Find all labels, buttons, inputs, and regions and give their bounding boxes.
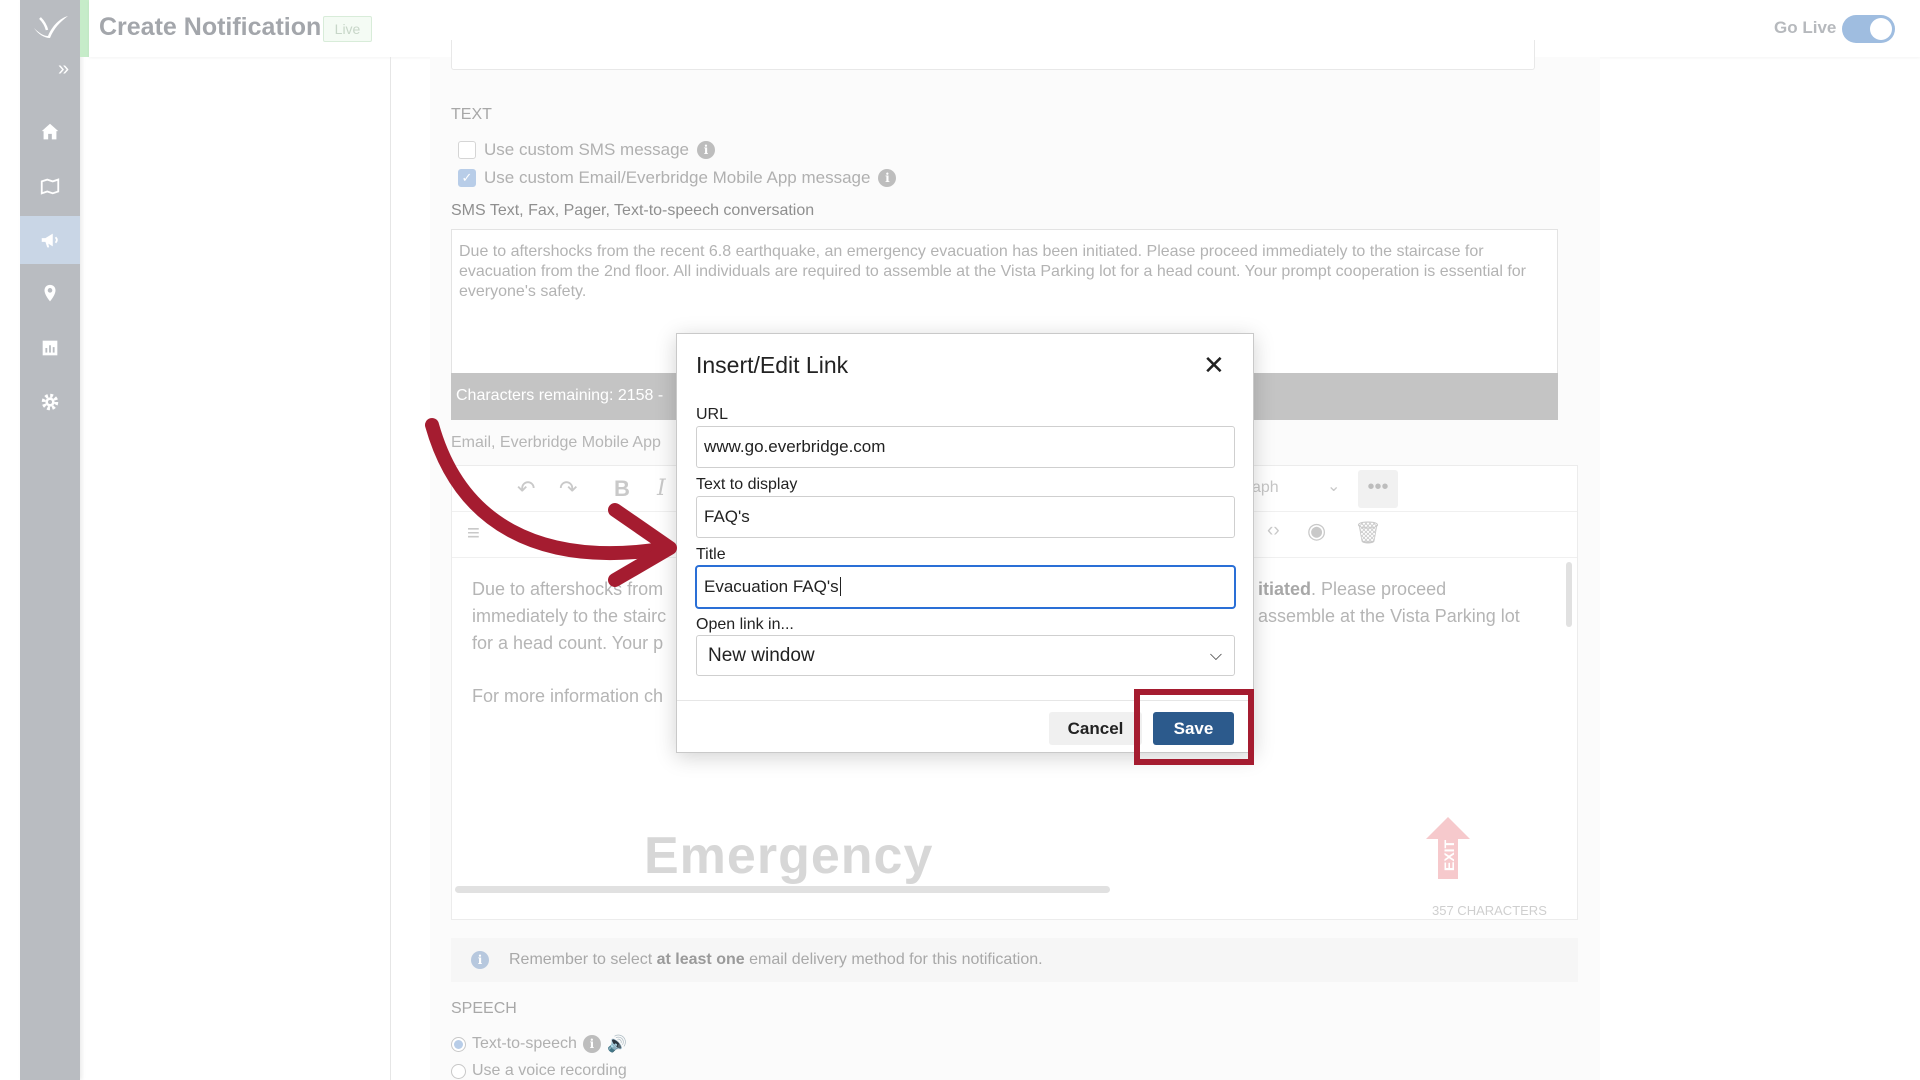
gear-icon xyxy=(41,393,59,411)
custom-email-checkbox[interactable]: ✓ xyxy=(458,169,476,187)
custom-email-row[interactable]: ✓ Use custom Email/Everbridge Mobile App… xyxy=(458,168,897,188)
title-input[interactable]: Evacuation FAQ's xyxy=(696,566,1235,608)
previous-field[interactable] xyxy=(451,40,1535,70)
notice-text: Remember to select at least one email de… xyxy=(509,951,1043,969)
annotation-arrow-icon xyxy=(425,418,677,587)
expand-sidebar-icon[interactable]: » xyxy=(58,58,69,81)
editor-text-right: itiated. Please proceed assemble at the … xyxy=(1258,576,1558,630)
sidebar: » xyxy=(20,0,80,1080)
megaphone-icon xyxy=(41,233,58,248)
notice-text-bold: at least one xyxy=(656,951,745,968)
save-highlight-box xyxy=(1134,689,1254,765)
text-section-heading: TEXT xyxy=(451,106,492,123)
sidebar-item-reports[interactable] xyxy=(20,324,80,372)
editor-line: assemble at the Vista Parking lot xyxy=(1258,606,1520,626)
character-count: 357 CHARACTERS xyxy=(1432,903,1547,918)
exit-sign-text: EXIT xyxy=(1441,839,1457,871)
speech-section-heading: SPEECH xyxy=(451,1000,517,1017)
sidebar-item-locations[interactable] xyxy=(20,270,80,318)
home-icon xyxy=(41,123,59,140)
report-icon xyxy=(42,340,58,356)
editor-line: for a head count. Your p xyxy=(472,633,664,653)
open-link-in-value: New window xyxy=(708,645,815,666)
notice-text-pre: Remember to select xyxy=(509,951,657,968)
info-icon: i xyxy=(471,951,489,969)
column-divider xyxy=(390,57,391,1080)
paragraph-format-select[interactable]: aph xyxy=(1252,479,1279,497)
emergency-image-text: Emergency xyxy=(644,827,934,885)
source-code-icon[interactable]: ‹› xyxy=(1267,520,1280,542)
location-pin-icon xyxy=(44,284,56,302)
text-to-speech-option[interactable]: Text-to-speech i 🔊 xyxy=(451,1034,627,1054)
email-delivery-notice: i Remember to select at least one email … xyxy=(451,938,1578,982)
preview-eye-icon[interactable]: ◉ xyxy=(1307,518,1326,544)
text-to-display-label: Text to display xyxy=(696,476,798,493)
map-icon xyxy=(40,178,60,195)
everbridge-logo-icon[interactable] xyxy=(30,10,70,44)
exit-sign-icon: EXIT xyxy=(1426,817,1470,879)
info-icon[interactable]: i xyxy=(582,1035,601,1053)
info-icon[interactable]: i xyxy=(878,169,897,187)
vertical-scrollbar[interactable] xyxy=(1566,562,1572,627)
characters-remaining-text: Characters remaining: 2158 - xyxy=(456,387,664,404)
text-cursor xyxy=(839,577,841,596)
toggle-knob xyxy=(1870,18,1892,40)
sidebar-item-map[interactable] xyxy=(20,162,80,210)
cancel-button[interactable]: Cancel xyxy=(1049,712,1142,745)
title-input-value: Evacuation FAQ's xyxy=(704,577,839,596)
editor-bold-text: itiated xyxy=(1258,579,1312,599)
custom-sms-row[interactable]: Use custom SMS message i xyxy=(458,140,716,160)
horizontal-scrollbar[interactable] xyxy=(455,886,1110,893)
speaker-icon[interactable]: 🔊 xyxy=(607,1034,627,1054)
editor-line: immediately to the stairc xyxy=(472,606,667,626)
voice-recording-radio[interactable] xyxy=(451,1063,466,1079)
text-to-speech-label: Text-to-speech xyxy=(472,1035,577,1052)
status-indicator-bar xyxy=(80,0,89,57)
sidebar-item-notifications[interactable] xyxy=(20,216,80,264)
custom-sms-label: Use custom SMS message xyxy=(484,140,690,159)
text-to-speech-radio[interactable] xyxy=(451,1036,466,1052)
info-icon[interactable]: i xyxy=(697,141,716,159)
chevron-down-icon[interactable]: ⌄ xyxy=(1327,476,1340,496)
editor-line: For more information ch xyxy=(472,686,664,706)
url-label: URL xyxy=(696,406,729,423)
sms-text-label: SMS Text, Fax, Pager, Text-to-speech con… xyxy=(451,202,815,219)
open-link-in-label: Open link in... xyxy=(696,616,794,633)
custom-email-label: Use custom Email/Everbridge Mobile App m… xyxy=(484,168,871,187)
live-status-badge: Live xyxy=(323,16,372,42)
sidebar-item-settings[interactable] xyxy=(20,378,80,426)
more-options-icon[interactable]: ••• xyxy=(1358,470,1398,508)
voice-recording-option[interactable]: Use a voice recording xyxy=(451,1062,627,1080)
custom-sms-checkbox[interactable] xyxy=(458,141,476,159)
page-title: Create Notification xyxy=(99,13,322,41)
editor-line: . Please proceed xyxy=(1311,579,1447,599)
trash-icon[interactable]: 🗑 xyxy=(1354,520,1382,546)
open-link-in-select[interactable]: New window ⌵ xyxy=(696,635,1235,676)
go-live-toggle[interactable] xyxy=(1842,15,1895,43)
text-to-display-input[interactable]: FAQ's xyxy=(696,496,1235,538)
chevron-down-icon: ⌵ xyxy=(1209,647,1222,664)
go-live-label: Go Live xyxy=(1774,18,1837,37)
close-icon[interactable]: ✕ xyxy=(1203,350,1225,381)
url-input[interactable]: www.go.everbridge.com xyxy=(696,426,1235,468)
sidebar-item-home[interactable] xyxy=(20,108,80,156)
title-label: Title xyxy=(696,546,726,563)
notice-text-post: email delivery method for this notificat… xyxy=(744,951,1043,968)
voice-recording-label: Use a voice recording xyxy=(472,1062,627,1079)
dialog-title: Insert/Edit Link xyxy=(696,352,849,378)
editor-text-left: Due to aftershocks from immediately to t… xyxy=(472,576,692,710)
